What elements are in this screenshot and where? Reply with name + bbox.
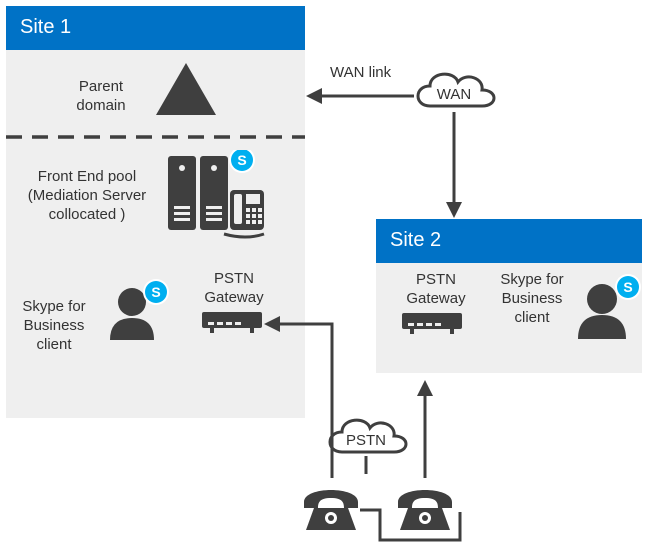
connectors	[0, 0, 650, 555]
